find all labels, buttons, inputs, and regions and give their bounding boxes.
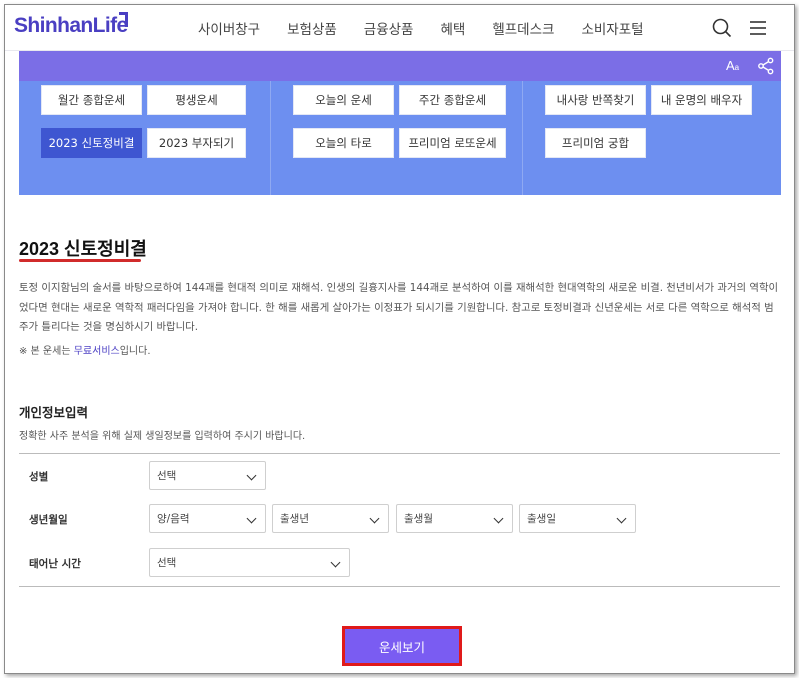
nav-item-cyber[interactable]: 사이버창구 — [198, 18, 260, 38]
chevron-down-icon — [369, 513, 380, 524]
share-icon[interactable] — [757, 57, 775, 75]
font-size-button[interactable]: Aa — [726, 58, 739, 73]
cat-weekly-fortune[interactable]: 주간 종합운세 — [399, 85, 506, 115]
chevron-down-icon — [493, 513, 504, 524]
category-column-2: 오늘의 운세 주간 종합운세 오늘의 타로 프리미엄 로또운세 — [271, 77, 523, 195]
chevron-down-icon — [330, 557, 341, 568]
page-title: 2023 신토정비결 — [19, 239, 147, 259]
nav-item-insurance[interactable]: 보험상품 — [287, 18, 337, 38]
calendar-type-select[interactable]: 양/음력 — [149, 504, 266, 533]
nav-item-consumer[interactable]: 소비자포털 — [581, 18, 643, 38]
note-prefix: ※ 본 운세는 — [19, 346, 74, 357]
calendar-type-value: 양/음력 — [157, 513, 190, 525]
gender-select-value: 선택 — [157, 470, 177, 482]
form-row-birthdate: 생년월일 양/음력 출생년 출생월 출생일 — [19, 497, 780, 541]
birthdate-label: 생년월일 — [29, 514, 68, 526]
cat-tojeong-2023[interactable]: 2023 신토정비결 — [41, 128, 142, 158]
free-service-note: ※ 본 운세는 무료서비스입니다. — [19, 342, 151, 357]
font-size-label-small: a — [734, 63, 740, 72]
personal-info-form: 성별 선택 생년월일 양/음력 출생년 출생월 출생일 태어난 시간 선택 — [19, 453, 780, 587]
nav-item-benefits[interactable]: 혜택 — [440, 18, 465, 38]
gender-select[interactable]: 선택 — [149, 461, 266, 490]
category-panel: 월간 종합운세 평생운세 2023 신토정비결 2023 부자되기 오늘의 운세… — [19, 77, 781, 195]
form-row-birthtime: 태어난 시간 선택 — [19, 541, 780, 586]
category-column-3: 내사랑 반쪽찾기 내 운명의 배우자 프리미엄 궁합 — [523, 77, 781, 195]
chevron-down-icon — [246, 513, 257, 524]
browser-frame: ShinhanLife 사이버창구 보험상품 금융상품 혜택 헬프데스크 소비자… — [4, 4, 795, 674]
util-bar: Aa — [19, 51, 781, 81]
gender-label: 성별 — [29, 471, 49, 483]
cat-premium-compat[interactable]: 프리미엄 궁합 — [545, 128, 646, 158]
chevron-down-icon — [616, 513, 627, 524]
menu-icon[interactable] — [747, 17, 769, 39]
birth-day-select[interactable]: 출생일 — [519, 504, 636, 533]
free-service-link: 무료서비스 — [73, 346, 120, 357]
nav-item-helpdesk[interactable]: 헬프데스크 — [492, 18, 554, 38]
personal-info-title: 개인정보입력 — [19, 405, 89, 420]
view-fortune-button[interactable]: 운세보기 — [343, 627, 461, 665]
personal-info-desc: 정확한 사주 분석을 위해 실제 생일정보를 입력하여 주시기 바랍니다. — [19, 431, 306, 442]
birthtime-label: 태어난 시간 — [29, 558, 81, 570]
cat-monthly-fortune[interactable]: 월간 종합운세 — [41, 85, 142, 115]
birth-time-select[interactable]: 선택 — [149, 548, 350, 577]
cat-get-rich-2023[interactable]: 2023 부자되기 — [147, 128, 246, 158]
nav-item-finance[interactable]: 금융상품 — [364, 18, 414, 38]
site-header: ShinhanLife 사이버창구 보험상품 금융상품 혜택 헬프데스크 소비자… — [5, 5, 794, 51]
form-row-gender: 성별 선택 — [19, 454, 780, 497]
font-size-label: A — [726, 58, 735, 73]
cat-today-fortune[interactable]: 오늘의 운세 — [293, 85, 394, 115]
birth-day-value: 출생일 — [527, 513, 556, 525]
birth-month-value: 출생월 — [404, 513, 433, 525]
logo[interactable]: ShinhanLife — [14, 14, 128, 38]
main-nav: 사이버창구 보험상품 금융상품 혜택 헬프데스크 소비자포털 — [198, 18, 671, 38]
title-underline — [19, 259, 141, 262]
cat-lifetime-fortune[interactable]: 평생운세 — [147, 85, 246, 115]
cat-find-love[interactable]: 내사랑 반쪽찾기 — [545, 85, 646, 115]
search-icon[interactable] — [711, 17, 733, 39]
logo-mark-icon — [119, 12, 128, 27]
cat-destined-spouse[interactable]: 내 운명의 배우자 — [651, 85, 752, 115]
birth-time-value: 선택 — [157, 557, 177, 569]
fortune-description: 토정 이지함님의 술서를 바탕으로하여 144괘를 현대적 의미로 재해석. 인… — [19, 282, 779, 333]
birth-month-select[interactable]: 출생월 — [396, 504, 513, 533]
birth-year-value: 출생년 — [280, 513, 309, 525]
category-column-1: 월간 종합운세 평생운세 2023 신토정비결 2023 부자되기 — [19, 77, 271, 195]
chevron-down-icon — [246, 470, 257, 481]
cat-today-tarot[interactable]: 오늘의 타로 — [293, 128, 394, 158]
birth-year-select[interactable]: 출생년 — [272, 504, 389, 533]
cat-lotto-fortune[interactable]: 프리미엄 로또운세 — [399, 128, 506, 158]
note-suffix: 입니다. — [119, 346, 151, 357]
